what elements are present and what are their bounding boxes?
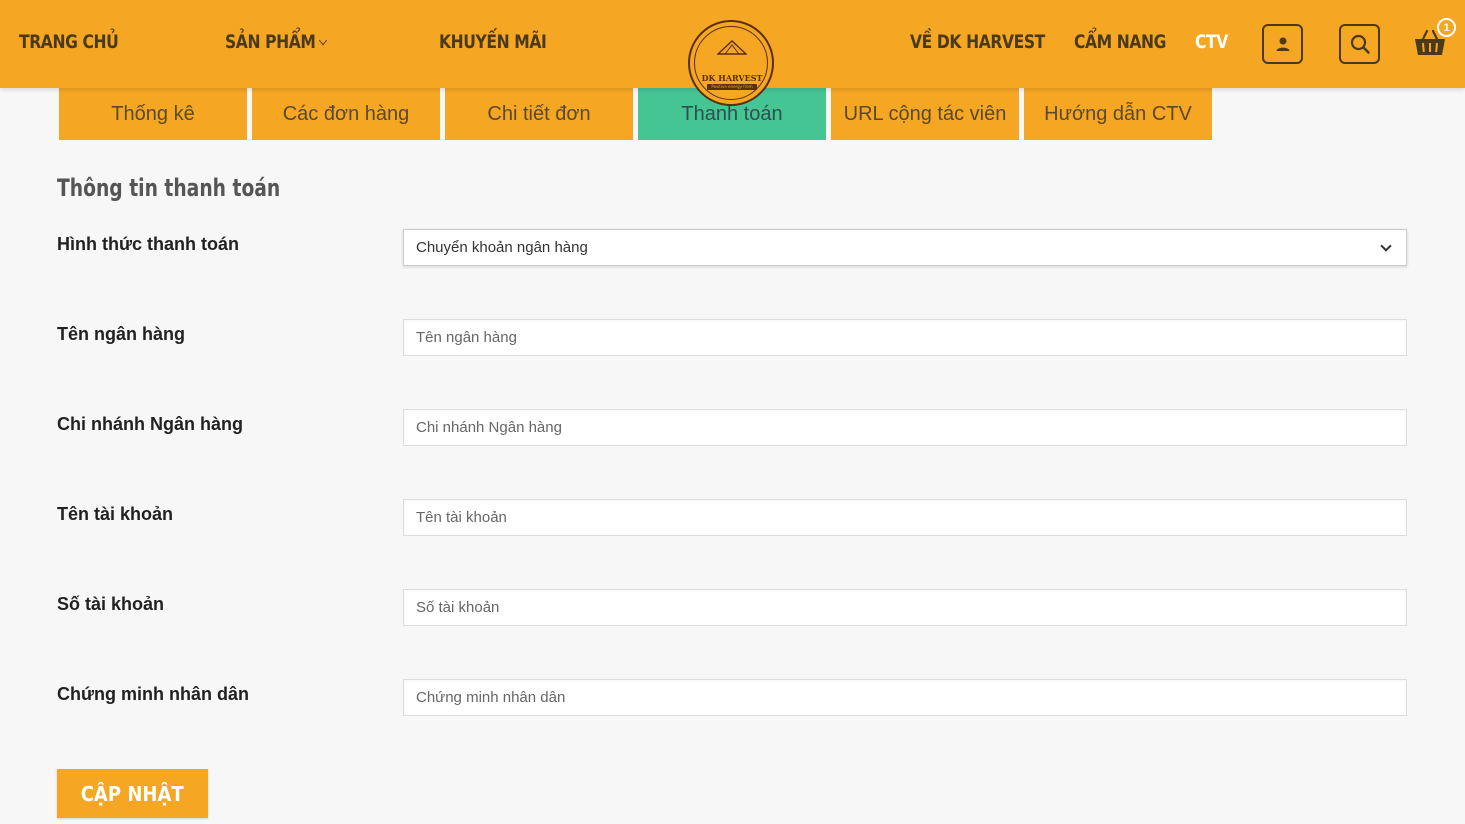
cart-count-badge: 1 <box>1437 18 1456 37</box>
update-button-label: CẬP NHẬT <box>81 781 184 806</box>
bank-branch-input[interactable] <box>403 409 1407 446</box>
account-name-input[interactable] <box>403 499 1407 536</box>
logo-ring: DK HARVEST Positive energy from nature <box>694 26 768 100</box>
nav-about[interactable]: VỀ DK HARVEST <box>910 31 1045 53</box>
dashboard-tabs: Thống kê Các đơn hàng Chi tiết đơn Thanh… <box>59 88 1217 140</box>
account-number-input[interactable] <box>403 589 1407 626</box>
nav-home[interactable]: TRANG CHỦ <box>19 31 119 53</box>
logo-text: DK HARVEST <box>701 73 763 83</box>
user-icon <box>1276 37 1289 51</box>
account-name-label: Tên tài khoản <box>57 504 174 524</box>
search-icon <box>1350 34 1370 54</box>
update-button[interactable]: CẬP NHẬT <box>57 769 208 818</box>
chevron-down-icon <box>319 35 328 46</box>
nav-products[interactable]: SẢN PHẨM <box>225 31 328 53</box>
account-number-label: Số tài khoản <box>57 594 165 614</box>
tab-ctv-guide[interactable]: Hướng dẫn CTV <box>1024 88 1212 140</box>
logo-tagline: Positive energy from nature <box>711 84 753 95</box>
id-card-input[interactable] <box>403 679 1407 716</box>
bank-branch-label: Chi nhánh Ngân hàng <box>57 414 243 434</box>
tab-order-details[interactable]: Chi tiết đơn <box>445 88 633 140</box>
id-card-label: Chứng minh nhân dân <box>57 684 250 704</box>
payment-method-value: Chuyển khoản ngân hàng <box>416 239 588 256</box>
nav-products-label: SẢN PHẨM <box>225 31 316 53</box>
page-title: Thông tin thanh toán <box>57 174 281 202</box>
account-button[interactable] <box>1262 24 1303 64</box>
nav-handbook[interactable]: CẨM NANG <box>1074 31 1166 53</box>
logo-tagline-bar: Positive energy from nature <box>707 84 757 95</box>
payment-method-label: Hình thức thanh toán <box>57 234 240 254</box>
nav-ctv[interactable]: CTV <box>1195 31 1228 53</box>
bank-name-label: Tên ngân hàng <box>57 324 185 344</box>
chevron-down-icon <box>1380 240 1392 252</box>
tab-affiliate-url[interactable]: URL cộng tác viên <box>831 88 1019 140</box>
tab-orders[interactable]: Các đơn hàng <box>252 88 440 140</box>
site-logo[interactable]: DK HARVEST Positive energy from nature <box>688 20 774 106</box>
tab-statistics[interactable]: Thống kê <box>59 88 247 140</box>
conical-hat-icon <box>717 40 747 55</box>
nav-promotions[interactable]: KHUYẾN MÃI <box>439 31 547 53</box>
search-button[interactable] <box>1339 24 1380 64</box>
bank-name-input[interactable] <box>403 319 1407 356</box>
payment-method-select[interactable]: Chuyển khoản ngân hàng <box>403 229 1407 266</box>
